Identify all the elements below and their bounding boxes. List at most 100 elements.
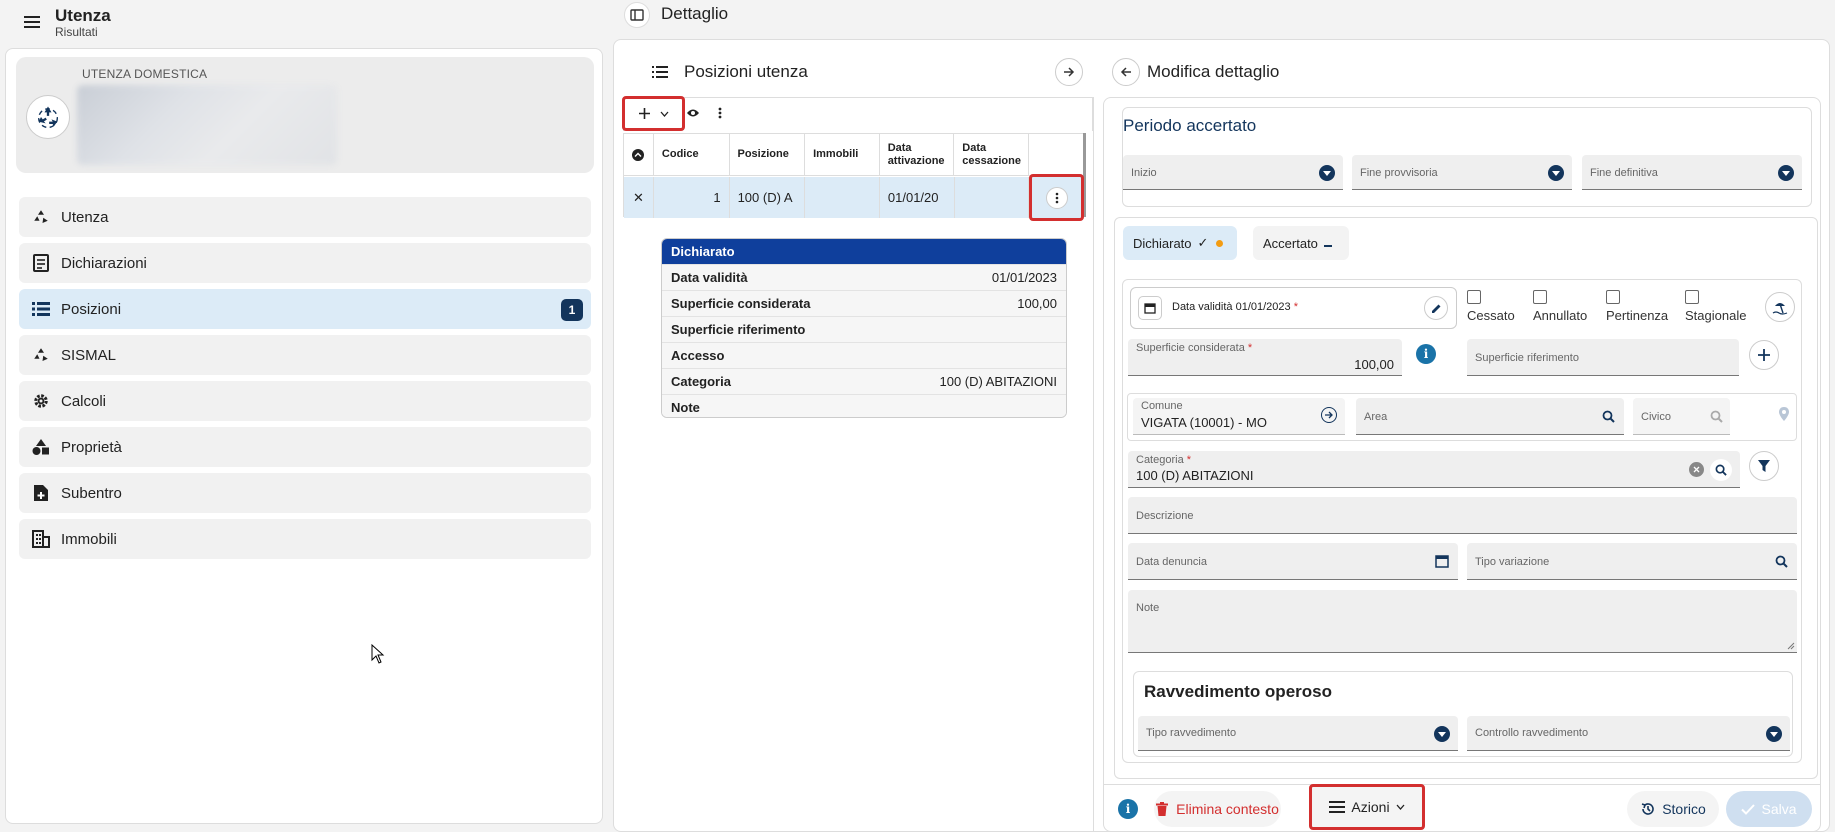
summary-key: Data validità bbox=[671, 270, 748, 285]
dropdown-icon[interactable] bbox=[1766, 726, 1782, 742]
positions-grid: Codice Posizione Immobili Data attivazio… bbox=[623, 133, 1084, 218]
gear-icon bbox=[31, 391, 51, 411]
tab-dichiarato[interactable]: Dichiarato ✓ bbox=[1123, 226, 1237, 260]
add-icon[interactable] bbox=[1749, 340, 1779, 370]
arrow-circle-right-icon[interactable] bbox=[1321, 407, 1337, 423]
sidebar-item-label: SISMAL bbox=[61, 346, 117, 364]
superficie-considerata-field[interactable]: Superficie considerata * 100,00 bbox=[1128, 339, 1402, 376]
dropdown-icon[interactable] bbox=[1778, 165, 1794, 181]
button-label: Storico bbox=[1662, 801, 1706, 817]
close-icon[interactable]: ✕ bbox=[624, 177, 654, 218]
salva-button[interactable]: Salva bbox=[1726, 791, 1812, 827]
table-row[interactable]: ✕ 1 100 (D) A 01/01/20 bbox=[624, 177, 1083, 218]
pencil-icon[interactable] bbox=[1424, 296, 1448, 320]
checkbox-box[interactable] bbox=[1467, 290, 1481, 304]
column-header[interactable]: Codice bbox=[654, 134, 730, 175]
eye-icon[interactable] bbox=[684, 104, 702, 122]
categoria-field[interactable]: Categoria * 100 (D) ABITAZIONI bbox=[1128, 451, 1740, 488]
summary-key: Superficie considerata bbox=[671, 296, 811, 311]
storico-button[interactable]: Storico bbox=[1627, 791, 1719, 827]
arrow-right-icon[interactable] bbox=[1055, 58, 1083, 86]
field-value: 100,00 bbox=[1354, 357, 1394, 372]
checkbox-box[interactable] bbox=[1685, 290, 1699, 304]
superficie-riferimento-field[interactable]: Superficie riferimento bbox=[1467, 339, 1739, 376]
sidebar-item-immobili[interactable]: Immobili bbox=[19, 519, 591, 559]
field-label: Tipo ravvedimento bbox=[1146, 727, 1237, 739]
add-button[interactable] bbox=[622, 96, 685, 131]
periodo-title-text: Periodo accertato bbox=[1123, 116, 1265, 136]
search-icon[interactable] bbox=[1773, 553, 1789, 569]
dropdown-icon[interactable] bbox=[1319, 165, 1335, 181]
beach-icon[interactable] bbox=[1765, 292, 1795, 322]
comune-field[interactable]: Comune VIGATA (10001) - MO bbox=[1133, 398, 1345, 435]
required-marker: * bbox=[1293, 301, 1298, 313]
sidebar-item-utenza[interactable]: Utenza bbox=[19, 197, 591, 237]
annullato-checkbox[interactable]: Annullato bbox=[1533, 290, 1587, 323]
column-header[interactable]: Data cessazione bbox=[954, 134, 1030, 175]
pertinenza-checkbox[interactable]: Pertinenza bbox=[1606, 290, 1668, 323]
summary-row: Superficie considerata 100,00 bbox=[662, 290, 1066, 316]
data-denuncia-field[interactable]: Data denuncia bbox=[1128, 543, 1458, 580]
inizio-field[interactable]: Inizio bbox=[1123, 155, 1343, 190]
tab-accertato[interactable]: Accertato bbox=[1253, 226, 1349, 260]
calendar-icon[interactable] bbox=[1434, 553, 1450, 569]
cessato-checkbox[interactable]: Cessato bbox=[1467, 290, 1515, 323]
sidebar-item-posizioni[interactable]: Posizioni 1 bbox=[19, 289, 591, 329]
descrizione-field[interactable]: Descrizione bbox=[1128, 497, 1797, 534]
fine-definitiva-field[interactable]: Fine definitiva bbox=[1582, 155, 1802, 190]
cell-data-attivazione: 01/01/20 bbox=[880, 177, 955, 218]
dropdown-icon[interactable] bbox=[1548, 165, 1564, 181]
more-vertical-icon[interactable] bbox=[711, 104, 729, 122]
sidebar-item-dichiarazioni[interactable]: Dichiarazioni bbox=[19, 243, 591, 283]
status-dot bbox=[1216, 239, 1224, 247]
search-icon[interactable] bbox=[1600, 408, 1616, 424]
redacted-user-info bbox=[77, 85, 337, 165]
fine-provvisoria-field[interactable]: Fine provvisoria bbox=[1352, 155, 1572, 190]
map-pin-icon[interactable] bbox=[1776, 404, 1792, 424]
tipo-ravvedimento-field[interactable]: Tipo ravvedimento bbox=[1138, 716, 1458, 751]
search-icon[interactable] bbox=[1710, 459, 1732, 481]
info-icon[interactable]: i bbox=[1416, 344, 1436, 364]
sidebar-toggle-icon[interactable] bbox=[624, 2, 650, 28]
column-header[interactable]: Immobili bbox=[805, 134, 880, 175]
elimina-contesto-button[interactable]: Elimina contesto bbox=[1154, 791, 1281, 827]
sidebar-item-sismal[interactable]: SISMAL bbox=[19, 335, 591, 375]
menu-icon[interactable] bbox=[20, 12, 44, 32]
sidebar-item-calcoli[interactable]: Calcoli bbox=[19, 381, 591, 421]
column-header[interactable]: Posizione bbox=[730, 134, 806, 175]
dropdown-icon[interactable] bbox=[1434, 726, 1450, 742]
field-label: Comune bbox=[1141, 400, 1183, 412]
summary-value: 100 (D) ABITAZIONI bbox=[939, 374, 1057, 389]
calendar-icon[interactable] bbox=[1138, 296, 1162, 320]
stagionale-checkbox[interactable]: Stagionale bbox=[1685, 290, 1746, 323]
note-field[interactable]: Note bbox=[1128, 590, 1797, 653]
collapse-all-icon[interactable] bbox=[624, 134, 654, 175]
info-icon[interactable]: i bbox=[1118, 799, 1138, 819]
tipo-variazione-field[interactable]: Tipo variazione bbox=[1467, 543, 1797, 580]
checkbox-box[interactable] bbox=[1533, 290, 1547, 304]
area-field[interactable]: Area bbox=[1356, 398, 1624, 435]
recycle-icon bbox=[26, 95, 70, 139]
civico-field[interactable]: Civico bbox=[1633, 398, 1730, 435]
clear-icon[interactable] bbox=[1689, 462, 1704, 477]
recycle-icon bbox=[31, 207, 51, 227]
summary-key: Superficie riferimento bbox=[671, 322, 806, 337]
ravvedimento-title: Ravvedimento operoso bbox=[1144, 682, 1332, 701]
row-actions-button[interactable] bbox=[1029, 174, 1084, 221]
cell-codice: 1 bbox=[654, 177, 730, 218]
list-icon bbox=[31, 299, 51, 319]
arrow-left-icon[interactable] bbox=[1112, 58, 1140, 86]
form-footer-divider bbox=[1104, 784, 1820, 785]
checkbox-box[interactable] bbox=[1606, 290, 1620, 304]
controllo-ravvedimento-field[interactable]: Controllo ravvedimento bbox=[1467, 716, 1790, 751]
column-header-actions bbox=[1029, 134, 1083, 175]
resize-handle-icon[interactable] bbox=[1787, 642, 1795, 650]
sidebar-item-label: Dichiarazioni bbox=[61, 254, 147, 272]
sidebar-item-subentro[interactable]: Subentro bbox=[19, 473, 591, 513]
search-icon[interactable] bbox=[1708, 408, 1724, 424]
pane-divider bbox=[1093, 97, 1094, 832]
filter-icon[interactable] bbox=[1749, 451, 1779, 481]
column-header[interactable]: Data attivazione bbox=[880, 134, 955, 175]
sidebar-item-proprieta[interactable]: Proprietà bbox=[19, 427, 591, 467]
azioni-button[interactable]: Azioni bbox=[1309, 784, 1425, 830]
